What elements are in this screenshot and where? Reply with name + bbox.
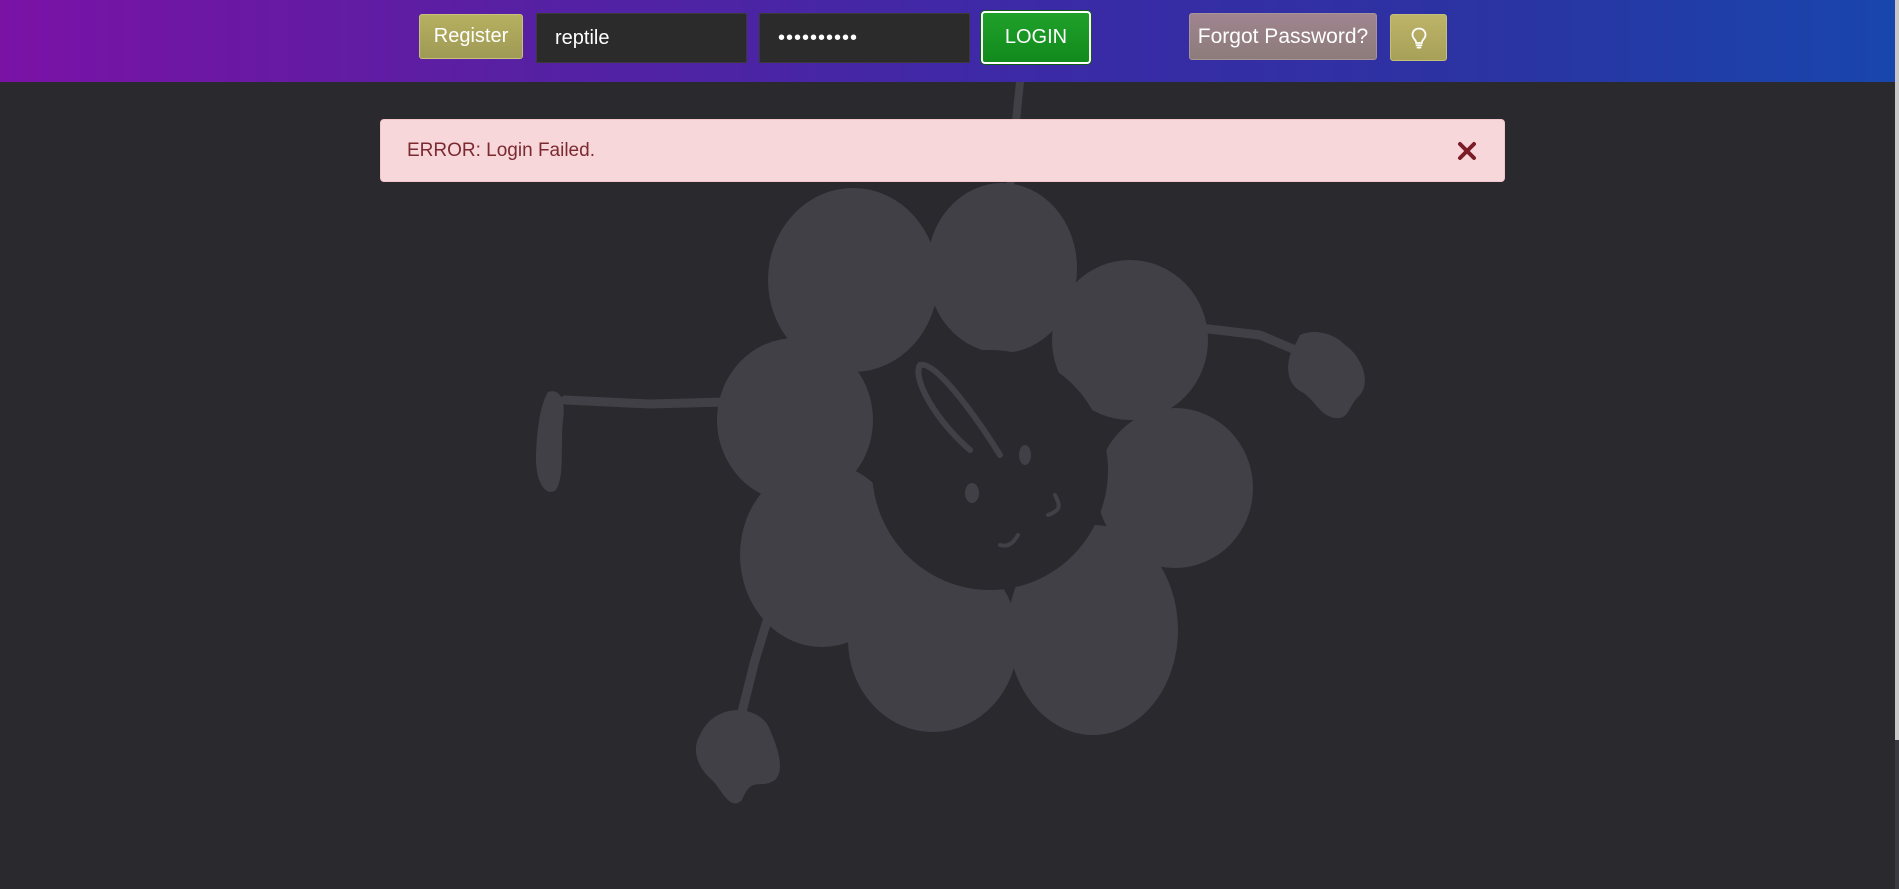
alert-close-button[interactable] [1452, 134, 1482, 168]
close-icon [1458, 142, 1476, 160]
vertical-scrollbar[interactable] [1895, 0, 1899, 889]
lightbulb-icon [1411, 27, 1426, 49]
password-input[interactable]: •••••••••• [759, 13, 970, 63]
top-navigation-bar: Register reptile •••••••••• LOGIN Forgot… [0, 0, 1895, 82]
theme-toggle-button[interactable] [1390, 14, 1447, 61]
register-button[interactable]: Register [419, 14, 523, 59]
scrollbar-thumb[interactable] [1895, 0, 1899, 740]
error-alert: ERROR: Login Failed. [380, 119, 1505, 182]
username-input[interactable]: reptile [536, 13, 747, 63]
login-button[interactable]: LOGIN [981, 11, 1091, 64]
alert-message: ERROR: Login Failed. [407, 139, 595, 161]
page: Register reptile •••••••••• LOGIN Forgot… [0, 0, 1899, 889]
forgot-password-button[interactable]: Forgot Password? [1189, 13, 1377, 60]
